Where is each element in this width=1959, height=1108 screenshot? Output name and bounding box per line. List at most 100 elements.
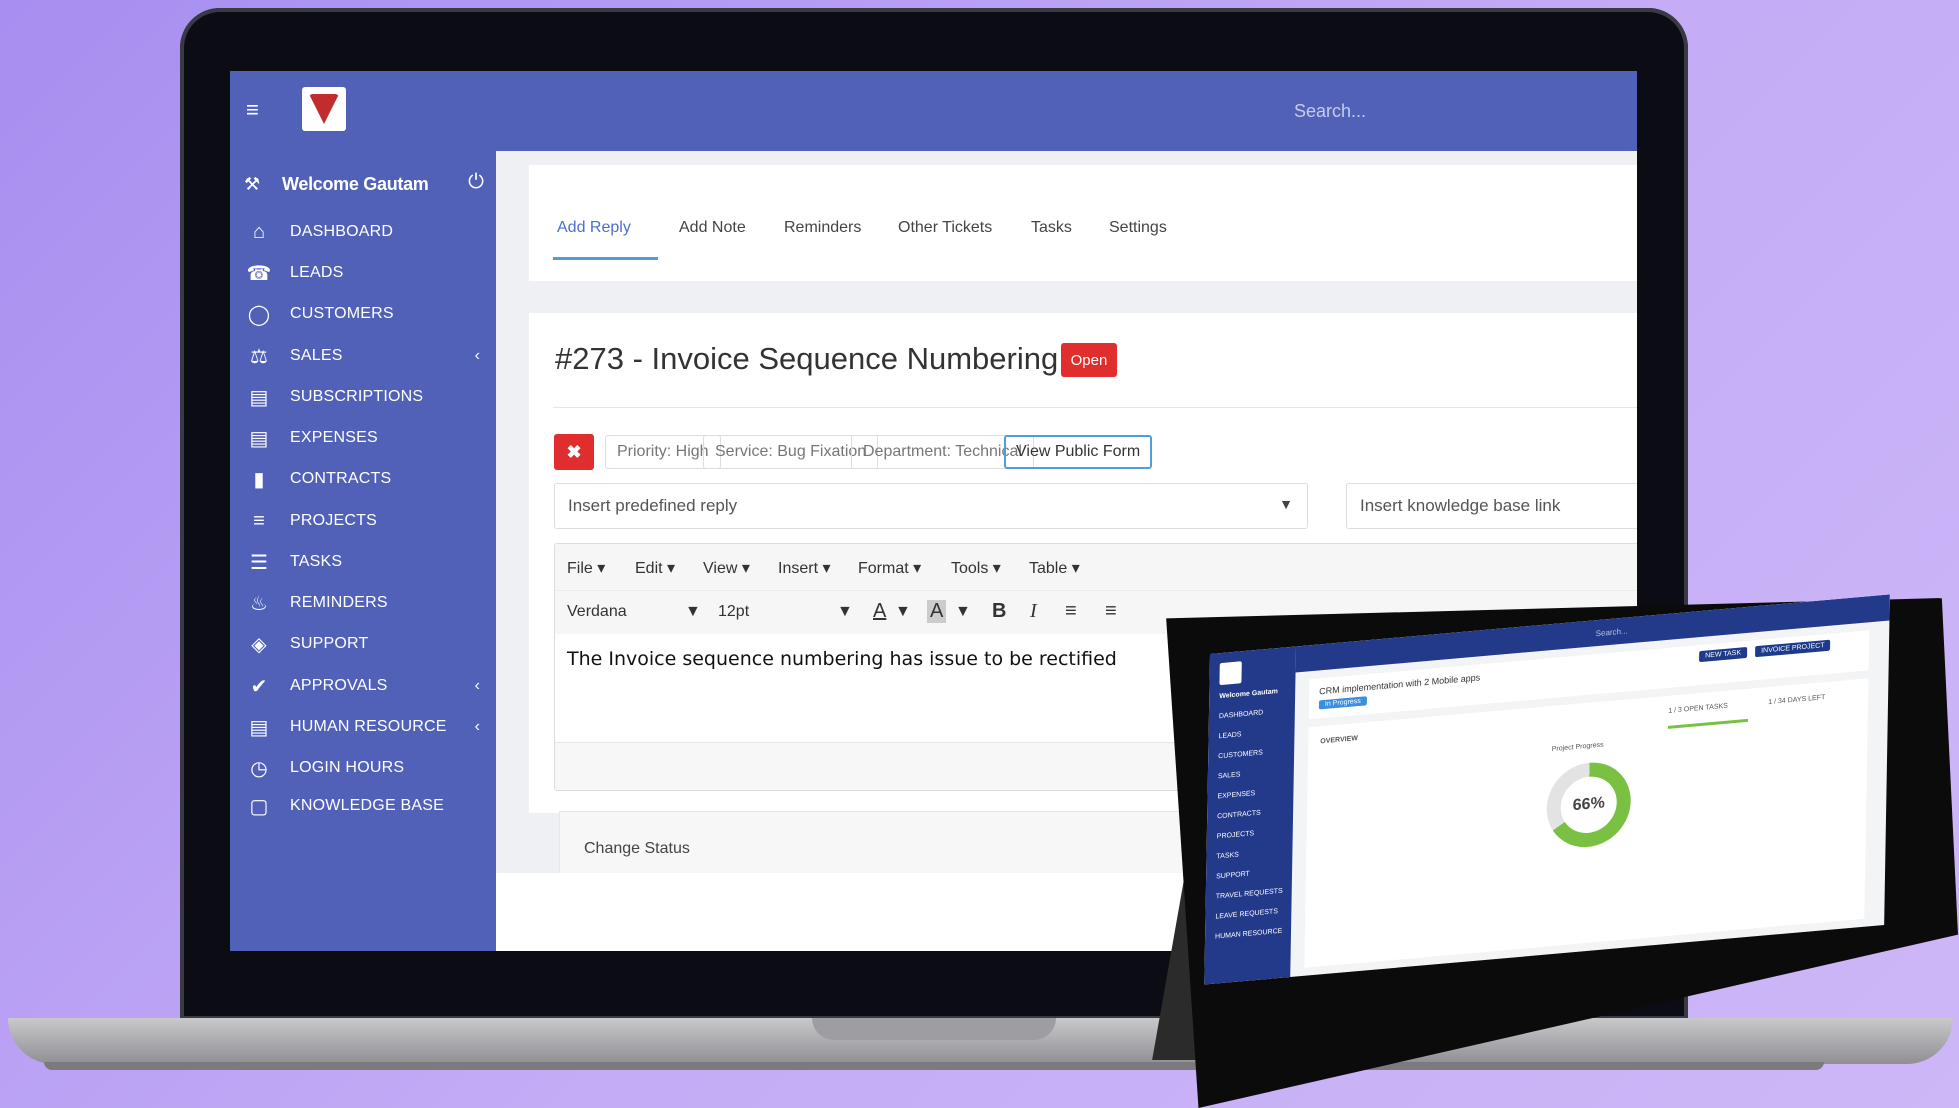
font-size-select[interactable]: 12pt: [718, 603, 749, 621]
tablet-days-left: 1 / 34 DAYS LEFT: [1768, 694, 1826, 707]
gavel-icon: ⚒: [244, 173, 261, 194]
sidebar-item-support[interactable]: ◈ SUPPORT: [244, 629, 484, 659]
tablet-invoice-project-button[interactable]: INVOICE PROJECT: [1755, 639, 1831, 658]
sidebar-item-subscriptions[interactable]: ▤ SUBSCRIPTIONS: [244, 382, 484, 412]
sidebar-item-knowledge-base[interactable]: ▢ KNOWLEDGE BASE: [244, 791, 484, 821]
sidebar-item-expenses[interactable]: ▤ EXPENSES: [244, 423, 484, 453]
clock-icon: ◷: [250, 757, 268, 780]
tablet-side-item[interactable]: HUMAN RESOURCE: [1215, 928, 1282, 941]
tab-reminders[interactable]: Reminders: [784, 219, 861, 237]
caret-down-icon: ▼: [955, 603, 971, 620]
tablet-screen: Search... Welcome Gautam DASHBOARD LEADS…: [1204, 594, 1890, 985]
caret-down-icon: ▼: [685, 603, 701, 620]
sidebar-item-leads[interactable]: ☎ LEADS: [244, 258, 484, 288]
divider: [553, 407, 1637, 408]
view-public-form-button[interactable]: View Public Form: [1004, 435, 1153, 469]
tablet-status-chip: In Progress: [1318, 696, 1367, 710]
menu-view[interactable]: View ▾: [703, 558, 750, 578]
tablet-side-item[interactable]: TRAVEL REQUESTS: [1216, 888, 1283, 901]
caret-down-icon: ▼: [895, 603, 911, 620]
sidebar-item-label: SUPPORT: [290, 635, 369, 652]
sidebar-item-label: KNOWLEDGE BASE: [290, 797, 444, 814]
tab-tasks[interactable]: Tasks: [1031, 219, 1072, 237]
active-tab-indicator: [553, 257, 658, 260]
tty-icon: ☎: [246, 262, 272, 285]
caret-down-icon: ▼: [1279, 496, 1293, 512]
tablet-side-item[interactable]: LEADS: [1218, 731, 1241, 740]
sidebar-item-human-resource[interactable]: ▤ HUMAN RESOURCE ‹: [244, 712, 484, 742]
tablet-project-title: CRM implementation with 2 Mobile apps: [1319, 672, 1481, 697]
menu-tools[interactable]: Tools ▾: [951, 558, 1001, 578]
tablet-side-item[interactable]: CUSTOMERS: [1218, 749, 1263, 760]
tablet-side-item[interactable]: SALES: [1218, 771, 1241, 780]
kb-link-placeholder: Insert knowledge base link: [1360, 496, 1561, 515]
tablet-side-item[interactable]: TASKS: [1216, 851, 1239, 860]
tablet-side-item[interactable]: EXPENSES: [1217, 790, 1255, 800]
background-color-button[interactable]: A: [927, 600, 947, 623]
menu-toggle-icon[interactable]: ≡: [246, 97, 268, 123]
sidebar-item-reminders[interactable]: ♨ REMINDERS: [244, 588, 484, 618]
power-icon[interactable]: ⏻: [468, 171, 484, 194]
italic-button[interactable]: I: [1030, 600, 1037, 623]
chevron-left-icon: ‹: [474, 677, 480, 694]
delete-ticket-button[interactable]: ✖: [554, 434, 594, 470]
tablet-side-item[interactable]: CONTRACTS: [1217, 810, 1261, 821]
tablet-side-item[interactable]: SUPPORT: [1216, 871, 1250, 881]
menu-format[interactable]: Format ▾: [858, 558, 921, 578]
ticket-title: #273 - Invoice Sequence Numbering: [555, 341, 1059, 376]
knowledge-base-link-select[interactable]: Insert knowledge base link: [1346, 483, 1637, 529]
ticket-icon: ◈: [251, 633, 267, 656]
close-icon: ✖: [566, 441, 582, 462]
tablet-search-input[interactable]: Search...: [1596, 626, 1628, 638]
tablet-new-task-button[interactable]: NEW TASK: [1699, 646, 1748, 663]
bold-button[interactable]: B: [992, 600, 1006, 623]
menu-insert[interactable]: Insert ▾: [778, 558, 831, 578]
tab-add-note[interactable]: Add Note: [679, 219, 746, 237]
tablet-side-item[interactable]: LEAVE REQUESTS: [1215, 908, 1278, 920]
top-header: ≡ Search...: [230, 71, 1637, 151]
menu-edit[interactable]: Edit ▾: [635, 558, 675, 578]
sidebar-item-tasks[interactable]: ☰ TASKS: [244, 547, 484, 577]
tablet-side-item[interactable]: PROJECTS: [1217, 830, 1254, 840]
tablet-side-item[interactable]: DASHBOARD: [1219, 709, 1263, 720]
sidebar-item-label: TASKS: [290, 553, 343, 570]
sidebar-item-label: CUSTOMERS: [290, 305, 394, 322]
sidebar: ⚒ Welcome Gautam ⏻ ⌂ DASHBOARD ☎ LEADS ◯…: [230, 151, 496, 951]
home-icon: ⌂: [252, 220, 266, 243]
menu-table[interactable]: Table ▾: [1029, 558, 1080, 578]
id-card-icon: ▤: [249, 386, 269, 409]
sidebar-item-approvals[interactable]: ✔ APPROVALS ‹: [244, 671, 484, 701]
chevron-left-icon: ‹: [474, 718, 480, 735]
menu-file[interactable]: File ▾: [567, 558, 605, 578]
sidebar-item-customers[interactable]: ◯ CUSTOMERS: [244, 299, 484, 329]
tab-add-reply[interactable]: Add Reply: [557, 219, 631, 237]
sidebar-item-label: SUBSCRIPTIONS: [290, 388, 424, 405]
tablet-tasks-progress-bar: [1667, 718, 1748, 729]
tab-settings[interactable]: Settings: [1109, 219, 1167, 237]
tab-other-tickets[interactable]: Other Tickets: [898, 219, 992, 237]
predefined-reply-placeholder: Insert predefined reply: [568, 496, 738, 515]
sidebar-item-projects[interactable]: ≡ PROJECTS: [244, 506, 484, 536]
sidebar-item-label: SALES: [290, 347, 343, 364]
tablet-overview-label: OVERVIEW: [1320, 735, 1358, 746]
welcome-row: ⚒ Welcome Gautam ⏻: [244, 169, 484, 199]
sidebar-item-label: REMINDERS: [290, 594, 388, 611]
font-color-button[interactable]: A: [873, 600, 886, 623]
sidebar-item-contracts[interactable]: ▮ CONTRACTS: [244, 464, 484, 494]
tablet-overview: OVERVIEW Project Progress 66% 1 / 3 OPEN…: [1304, 678, 1869, 968]
editor-content[interactable]: The Invoice sequence numbering has issue…: [567, 648, 1117, 670]
editor-menubar: File ▾ Edit ▾ View ▾ Insert ▾ Format ▾ T…: [555, 544, 1637, 590]
project-progress-chart: 66%: [1546, 759, 1632, 851]
tablet-sidebar: Welcome Gautam DASHBOARD LEADS CUSTOMERS…: [1204, 646, 1296, 985]
font-family-select[interactable]: Verdana: [567, 603, 627, 621]
bell-icon: ♨: [250, 592, 268, 615]
sidebar-item-dashboard[interactable]: ⌂ DASHBOARD: [244, 217, 484, 247]
sidebar-item-label: EXPENSES: [290, 429, 378, 446]
brand-logo[interactable]: [302, 87, 346, 131]
align-left-icon[interactable]: ≡: [1065, 600, 1077, 623]
search-input[interactable]: Search...: [1294, 101, 1366, 122]
sidebar-item-sales[interactable]: ⚖ SALES ‹: [244, 341, 484, 371]
predefined-reply-select[interactable]: Insert predefined reply ▼: [554, 483, 1308, 529]
align-center-icon[interactable]: ≡: [1105, 600, 1117, 623]
sidebar-item-login-hours[interactable]: ◷ LOGIN HOURS: [244, 753, 484, 783]
